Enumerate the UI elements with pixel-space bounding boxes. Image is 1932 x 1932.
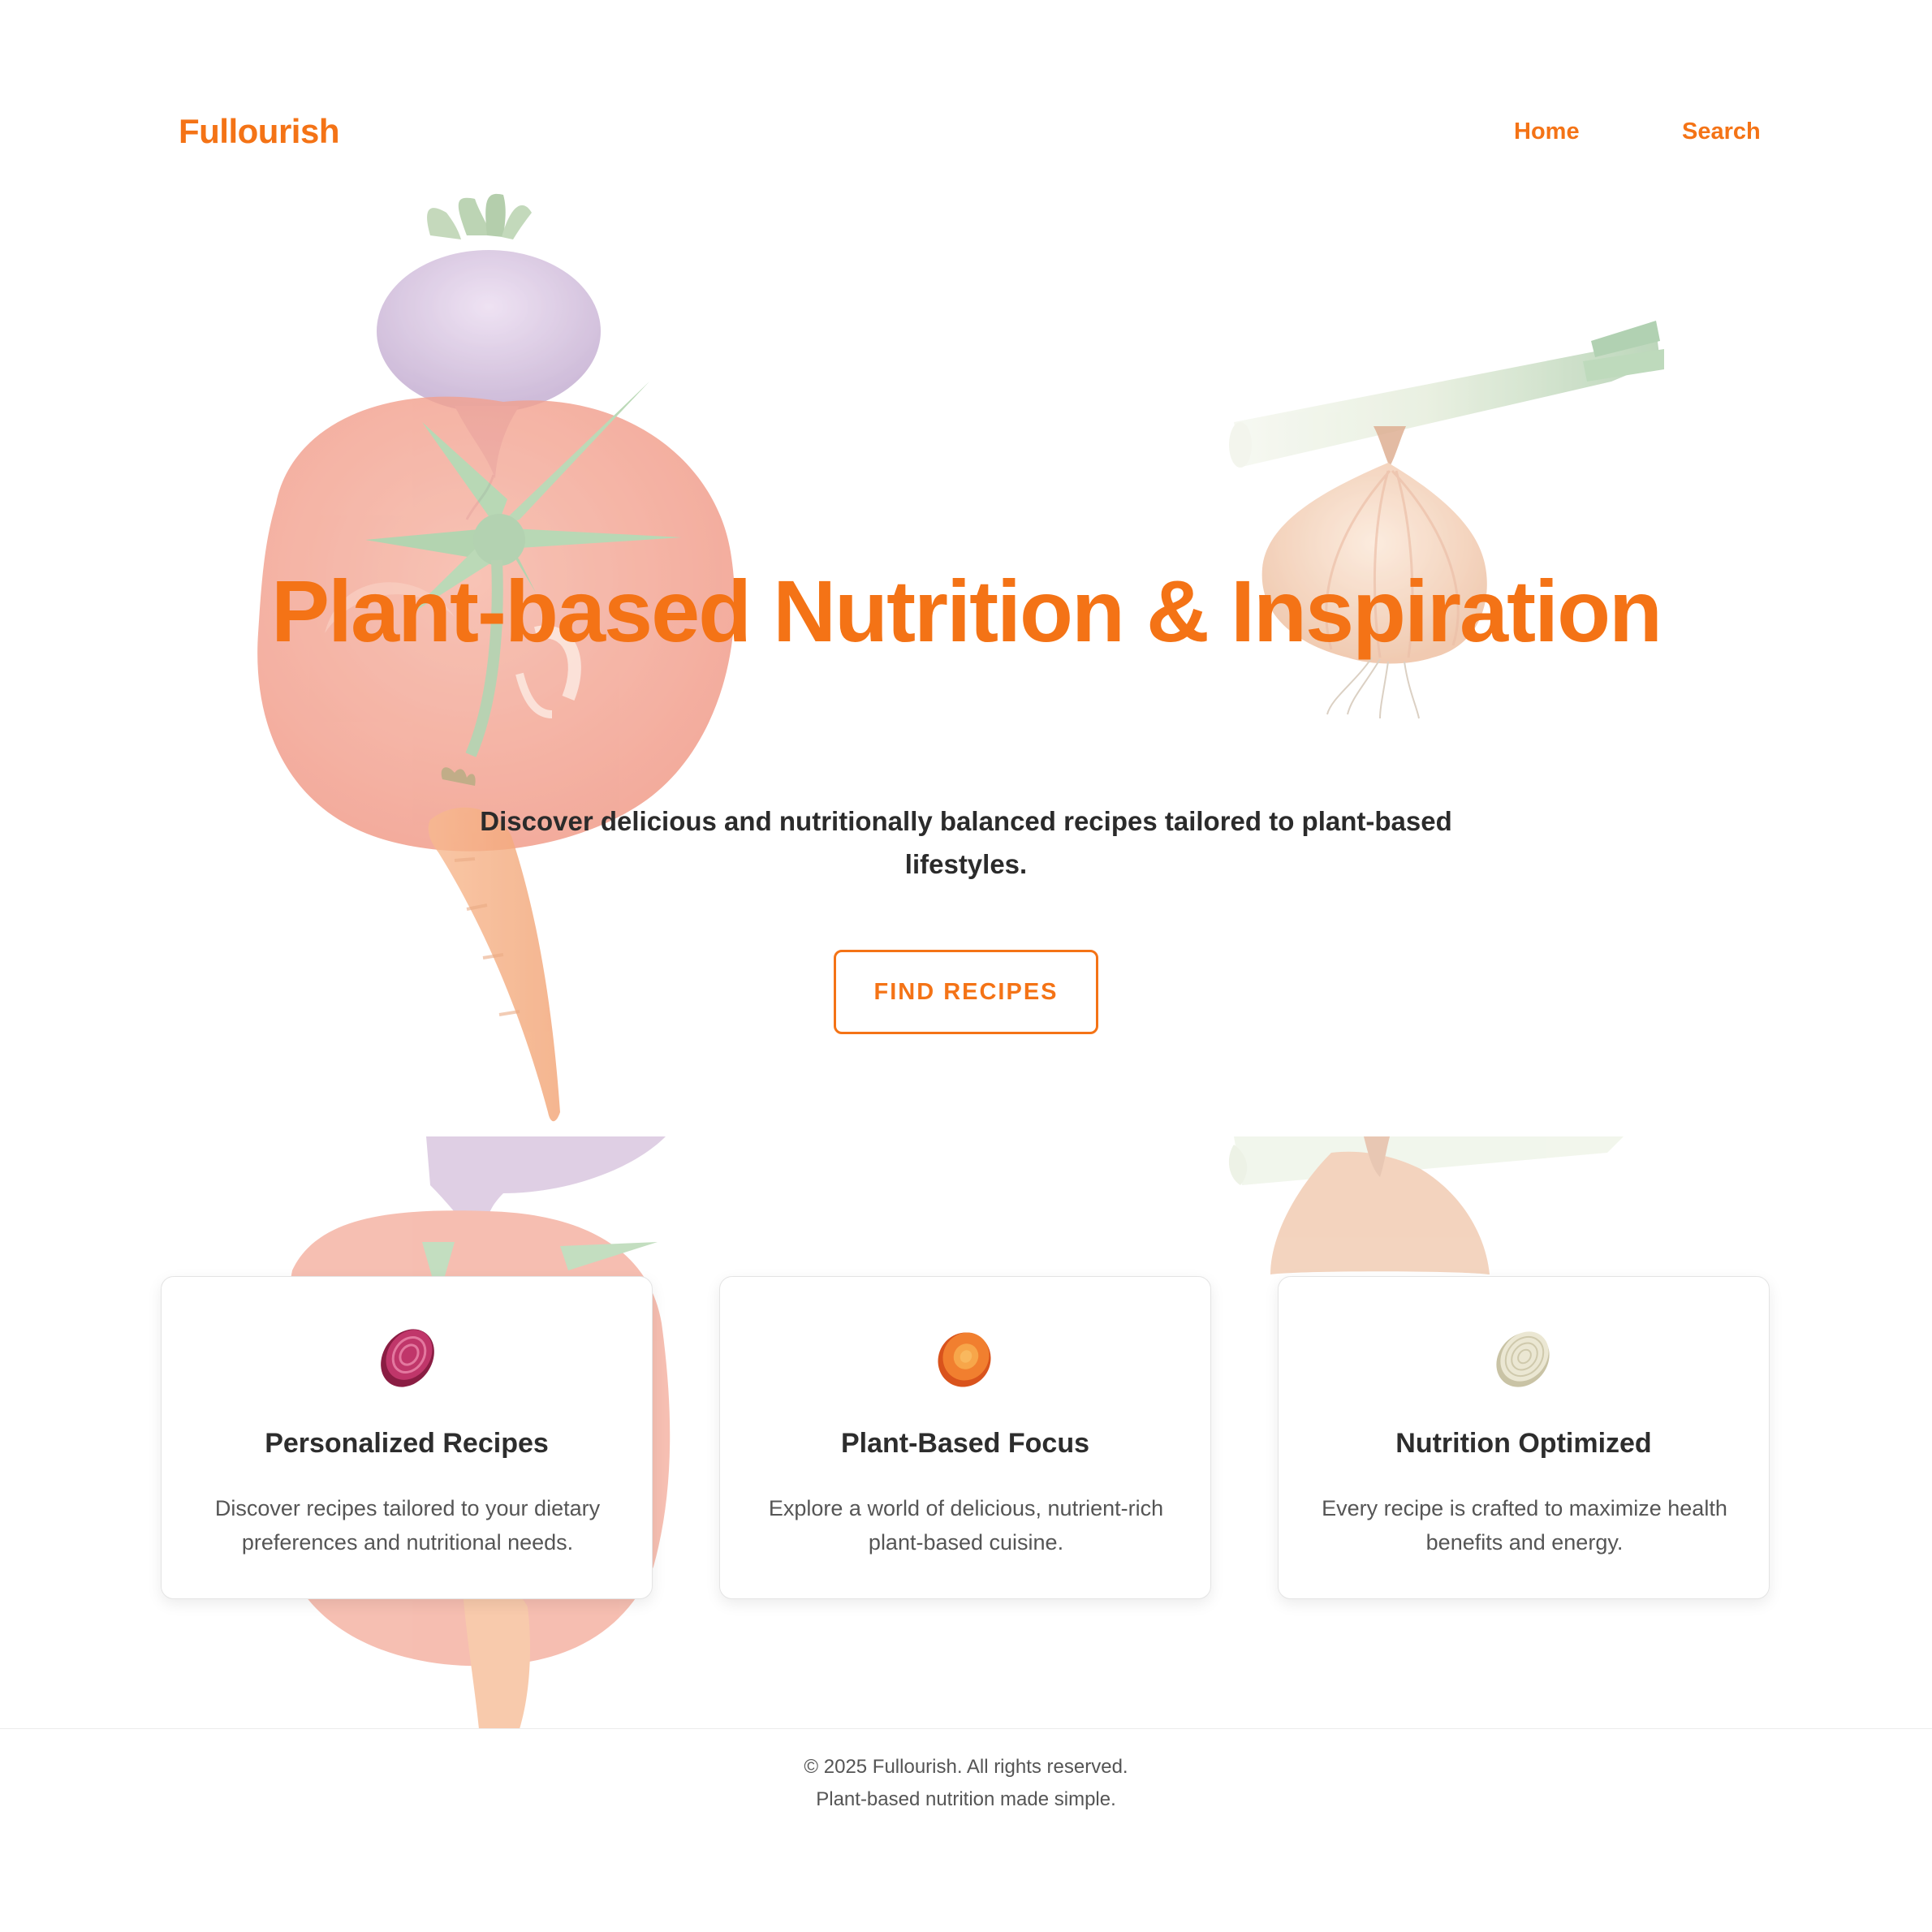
feature-card-text: Explore a world of delicious, nutrient-r… — [768, 1496, 1164, 1555]
feature-card-title: Nutrition Optimized — [1395, 1428, 1652, 1459]
carrot-slice-icon — [938, 1332, 991, 1387]
footer-tagline: Plant-based nutrition made simple. — [816, 1788, 1116, 1810]
feature-card-title: Plant-Based Focus — [840, 1428, 1090, 1459]
feature-card-text: Every recipe is crafted to maximize heal… — [1322, 1496, 1727, 1555]
feature-card-title: Personalized Recipes — [265, 1428, 549, 1459]
footer-copyright: © 2025 Fullourish. All rights reserved. — [804, 1756, 1128, 1778]
onion-slice-icon — [1496, 1331, 1550, 1387]
brand-logo[interactable]: Fullourish — [179, 112, 340, 151]
feature-card-personalized-recipes: Personalized Recipes Discover recipes ta… — [161, 1276, 653, 1599]
feature-card-nutrition-optimized: Nutrition Optimized Every recipe is craf… — [1278, 1276, 1770, 1599]
nav-link-home[interactable]: Home — [1514, 119, 1580, 145]
find-recipes-button[interactable]: FIND RECIPES — [834, 950, 1098, 1034]
feature-card-text: Discover recipes tailored to your dietar… — [214, 1496, 601, 1555]
features-section: Personalized Recipes Discover recipes ta… — [0, 1136, 1932, 1729]
beet-slice-icon — [381, 1329, 434, 1387]
hero-title: Plant-based Nutrition & Inspiration — [270, 562, 1662, 660]
top-nav: Fullourish Home Search — [0, 0, 1932, 268]
footer: © 2025 Fullourish. All rights reserved. … — [0, 1728, 1932, 1932]
feature-card-plant-based-focus: Plant-Based Focus Explore a world of del… — [719, 1276, 1211, 1599]
hero-subtitle: Discover delicious and nutritionally bal… — [480, 806, 1452, 879]
page: Plant-based Nutrition & Inspiration Disc… — [0, 0, 1932, 1932]
nav-link-search[interactable]: Search — [1682, 119, 1761, 145]
